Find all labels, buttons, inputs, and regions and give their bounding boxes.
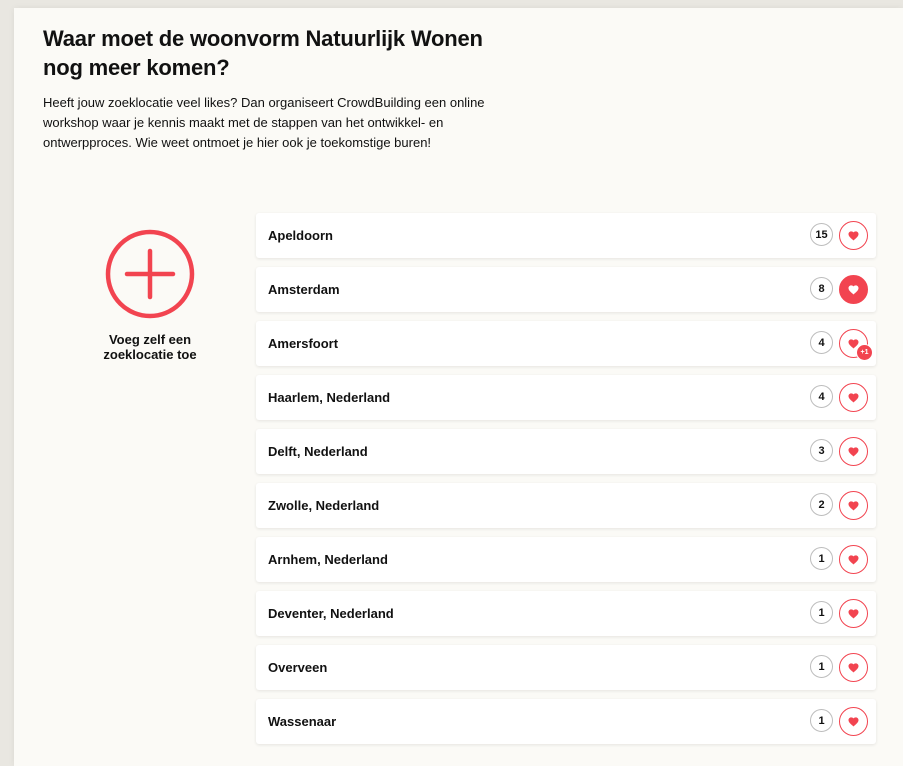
like-button[interactable]	[839, 707, 868, 736]
like-button[interactable]	[839, 275, 868, 304]
heart-icon	[848, 662, 859, 672]
heart-icon	[848, 230, 859, 240]
location-name: Delft, Nederland	[268, 444, 368, 459]
location-row: Deventer, Nederland 1	[256, 591, 876, 636]
like-button[interactable]	[839, 491, 868, 520]
location-name: Deventer, Nederland	[268, 606, 394, 621]
location-row: Haarlem, Nederland 4	[256, 375, 876, 420]
like-count: 4	[810, 331, 833, 354]
heart-icon	[848, 284, 859, 294]
like-count: 4	[810, 385, 833, 408]
location-name: Amersfoort	[268, 336, 339, 351]
location-name: Haarlem, Nederland	[268, 390, 391, 405]
page-title: Waar moet de woonvorm Natuurlijk Wonen n…	[43, 26, 483, 80]
heart-icon	[848, 716, 859, 726]
plus-circle-icon[interactable]	[105, 229, 195, 319]
like-button[interactable]	[839, 221, 868, 250]
heart-icon	[848, 392, 859, 402]
like-button[interactable]	[839, 383, 868, 412]
like-plus-badge: +1	[856, 344, 873, 361]
like-button[interactable]	[839, 437, 868, 466]
like-button[interactable]: +1	[839, 329, 873, 361]
location-row: Wassenaar 1	[256, 699, 876, 744]
like-count: 15	[810, 223, 833, 246]
location-row: Arnhem, Nederland 1	[256, 537, 876, 582]
location-row: Amersfoort 4 +1	[256, 321, 876, 366]
location-row: Amsterdam 8	[256, 267, 876, 312]
location-name: Zwolle, Nederland	[268, 498, 380, 513]
like-button[interactable]	[839, 545, 868, 574]
like-count: 3	[810, 439, 833, 462]
heart-icon	[848, 554, 859, 564]
like-count: 2	[810, 493, 833, 516]
location-name: Wassenaar	[268, 714, 337, 729]
like-button[interactable]	[839, 653, 868, 682]
like-count: 1	[810, 655, 833, 678]
like-count: 1	[810, 709, 833, 732]
add-location-label[interactable]: Voeg zelf een zoeklocatie toe	[82, 332, 218, 362]
location-row: Delft, Nederland 3	[256, 429, 876, 474]
location-name: Arnhem, Nederland	[268, 552, 388, 567]
add-location-button[interactable]: Voeg zelf een zoeklocatie toe	[82, 229, 218, 362]
like-button[interactable]	[839, 599, 868, 628]
like-count: 1	[810, 601, 833, 624]
content-card: Waar moet de woonvorm Natuurlijk Wonen n…	[14, 8, 903, 766]
heart-icon	[848, 500, 859, 510]
like-count: 1	[810, 547, 833, 570]
location-list: Apeldoorn 15 Amsterdam 8 Amersfoort 4 +1 Haarle…	[256, 213, 876, 753]
heart-icon	[848, 608, 859, 618]
location-row: Apeldoorn 15	[256, 213, 876, 258]
heart-icon	[848, 446, 859, 456]
location-name: Overveen	[268, 660, 328, 675]
intro-text: Heeft jouw zoeklocatie veel likes? Dan o…	[43, 95, 485, 150]
location-name: Amsterdam	[268, 282, 340, 297]
location-row: Overveen 1	[256, 645, 876, 690]
like-count: 8	[810, 277, 833, 300]
location-name: Apeldoorn	[268, 228, 333, 243]
location-row: Zwolle, Nederland 2	[256, 483, 876, 528]
